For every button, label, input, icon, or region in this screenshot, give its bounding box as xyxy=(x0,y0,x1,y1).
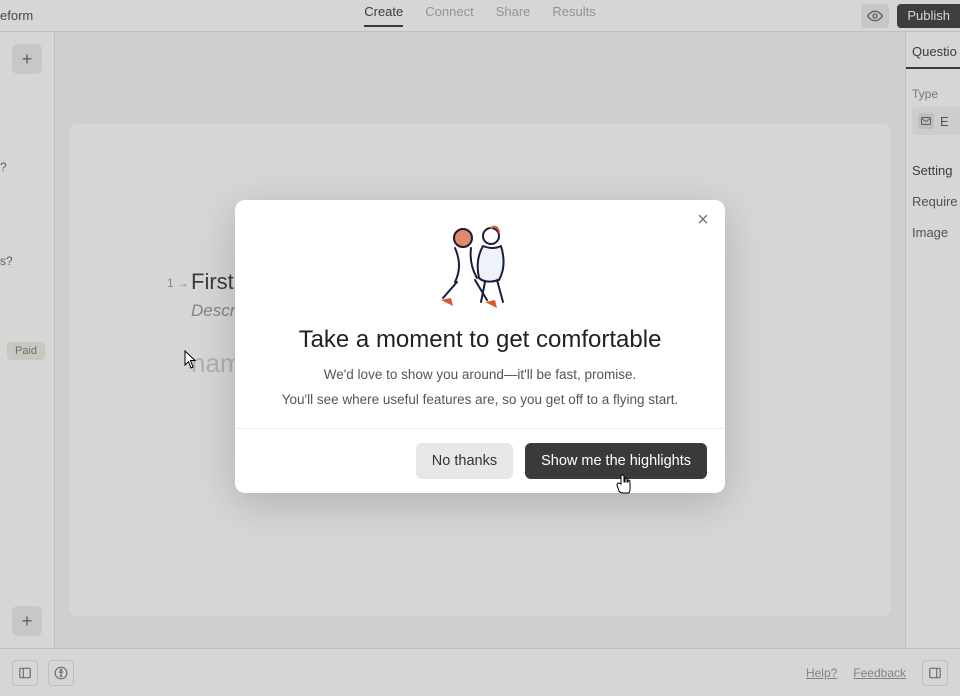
cursor-arrow-icon xyxy=(184,350,198,370)
modal-body-1: We'd love to show you around—it'll be fa… xyxy=(263,366,697,385)
modal-title: Take a moment to get comfortable xyxy=(259,326,701,354)
modal-actions: No thanks Show me the highlights xyxy=(235,428,725,493)
cursor-pointer-icon xyxy=(616,474,632,494)
modal-illustration xyxy=(235,200,725,318)
modal-body-2: You'll see where useful features are, so… xyxy=(263,391,697,410)
modal-close-button[interactable]: × xyxy=(691,208,715,232)
close-icon: × xyxy=(697,209,709,232)
no-thanks-button[interactable]: No thanks xyxy=(416,443,513,479)
onboarding-modal: × Take a moment to get comfortab xyxy=(235,200,725,493)
